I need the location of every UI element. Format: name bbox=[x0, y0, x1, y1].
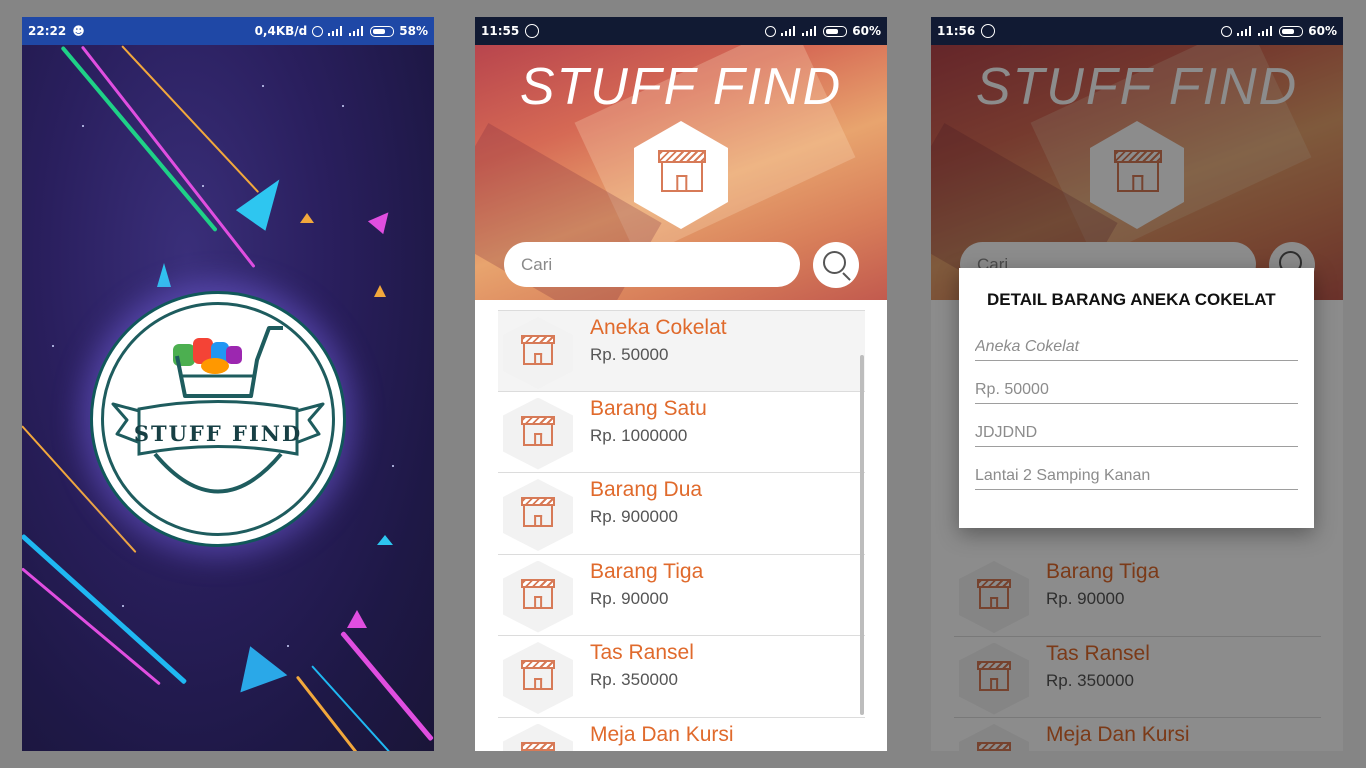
logo-text: STUFF FIND bbox=[133, 421, 303, 446]
item-name: Barang Dua bbox=[590, 478, 703, 501]
status-bar: 22:22 ☻ 0,4KB/d 58% bbox=[22, 17, 434, 45]
list-item[interactable]: Barang Dua Rp. 900000 bbox=[498, 473, 865, 555]
star bbox=[392, 465, 394, 467]
decor-triangle bbox=[312, 123, 344, 149]
price-field[interactable] bbox=[975, 381, 1298, 404]
decor-triangle bbox=[367, 205, 397, 235]
name-field[interactable] bbox=[975, 338, 1298, 361]
description-input[interactable] bbox=[975, 424, 1298, 442]
signal-icon bbox=[781, 26, 797, 36]
status-time: 11:56 bbox=[937, 24, 976, 38]
decor-streak bbox=[340, 630, 434, 742]
search-input[interactable] bbox=[521, 254, 800, 275]
search-field[interactable] bbox=[504, 242, 800, 287]
status-bar: 11:56 60% bbox=[931, 17, 1343, 45]
search-icon-handle bbox=[842, 272, 851, 281]
signal-icon bbox=[1237, 26, 1253, 36]
battery-percent: 60% bbox=[1308, 24, 1337, 38]
item-price: Rp. 350000 bbox=[590, 670, 678, 689]
location-field[interactable] bbox=[975, 467, 1298, 490]
item-name: Barang Satu bbox=[590, 396, 707, 420]
decor-streak bbox=[22, 567, 161, 686]
store-icon bbox=[521, 660, 555, 690]
network-speed: 0,4KB/d bbox=[254, 24, 308, 38]
decor-triangle bbox=[347, 610, 367, 628]
dialog-title: DETAIL BARANG ANEKA COKELAT bbox=[987, 290, 1276, 309]
status-time: 22:22 bbox=[28, 24, 67, 38]
app-logo: STUFF FIND bbox=[90, 291, 346, 547]
list-item[interactable]: Aneka Cokelat Rp. 50000 bbox=[498, 310, 865, 392]
search-icon bbox=[823, 251, 846, 274]
status-bar: 11:55 60% bbox=[475, 17, 887, 45]
decor-streak bbox=[80, 45, 256, 269]
battery-icon bbox=[1279, 25, 1304, 37]
star bbox=[52, 345, 54, 347]
decor-triangle bbox=[377, 535, 393, 545]
decor-triangle bbox=[226, 637, 288, 693]
name-input[interactable] bbox=[975, 338, 1298, 356]
search-button[interactable] bbox=[813, 242, 859, 288]
notification-icon: ☻ bbox=[72, 24, 85, 38]
star bbox=[287, 645, 289, 647]
description-field[interactable] bbox=[975, 424, 1298, 447]
star bbox=[262, 85, 264, 87]
item-name: Meja Dan Kursi bbox=[590, 722, 734, 746]
signal-icon bbox=[328, 26, 344, 36]
list-item[interactable]: Tas Ransel Rp. 350000 bbox=[498, 636, 865, 718]
cart-icon bbox=[111, 326, 325, 494]
item-name: Aneka Cokelat bbox=[590, 316, 727, 339]
star bbox=[342, 105, 344, 107]
item-price: Rp. 900000 bbox=[590, 507, 678, 526]
alarm-icon bbox=[1221, 25, 1233, 37]
star bbox=[202, 185, 204, 187]
battery-percent: 60% bbox=[852, 24, 881, 38]
detail-screen: 11:56 60% STUFF FIND Barang Tiga Rp. 90 bbox=[931, 17, 1343, 751]
store-icon bbox=[521, 335, 555, 365]
decor-streak bbox=[295, 675, 373, 751]
app-title: STUFF FIND bbox=[519, 58, 843, 116]
store-icon bbox=[521, 578, 555, 609]
signal-icon bbox=[1258, 26, 1274, 36]
store-icon bbox=[521, 497, 555, 527]
item-name: Tas Ransel bbox=[590, 641, 694, 664]
item-price: Rp. 90000 bbox=[590, 588, 669, 608]
splash-background: STUFF FIND bbox=[22, 45, 434, 751]
whatsapp-icon bbox=[981, 24, 996, 38]
item-price: Rp. 1000000 bbox=[590, 425, 688, 445]
detail-dialog: DETAIL BARANG ANEKA COKELAT bbox=[959, 268, 1314, 528]
decor-streak bbox=[311, 665, 414, 751]
location-input[interactable] bbox=[975, 467, 1298, 485]
store-icon bbox=[521, 415, 555, 446]
alarm-icon bbox=[312, 25, 324, 37]
price-input[interactable] bbox=[975, 381, 1298, 399]
star bbox=[122, 605, 124, 607]
status-time: 11:55 bbox=[481, 24, 520, 38]
signal-icon bbox=[802, 26, 818, 36]
alarm-icon bbox=[765, 25, 777, 37]
decor-triangle bbox=[300, 213, 314, 223]
list-item[interactable]: Barang Tiga Rp. 90000 bbox=[498, 555, 865, 636]
star bbox=[82, 125, 84, 127]
whatsapp-icon bbox=[525, 24, 540, 38]
decor-streak bbox=[60, 45, 218, 233]
store-icon bbox=[658, 150, 706, 192]
item-name: Barang Tiga bbox=[590, 559, 704, 583]
item-price: Rp. 50000 bbox=[590, 345, 669, 364]
battery-icon bbox=[370, 25, 395, 37]
battery-percent: 58% bbox=[399, 24, 428, 38]
decor-streak bbox=[22, 533, 188, 685]
store-icon bbox=[521, 741, 555, 751]
scrollbar[interactable] bbox=[860, 355, 864, 715]
list-item[interactable]: Barang Satu Rp. 1000000 bbox=[498, 392, 865, 473]
decor-triangle bbox=[157, 263, 171, 287]
signal-icon bbox=[349, 26, 365, 36]
decor-streak bbox=[121, 45, 260, 193]
splash-screen: 22:22 ☻ 0,4KB/d 58% STUFF FIND bbox=[22, 17, 434, 751]
item-list: Aneka Cokelat Rp. 50000 Barang Satu Rp. … bbox=[498, 310, 865, 751]
list-screen: 11:55 60% STUFF FIND Aneka Cokelat Rp. bbox=[475, 17, 887, 751]
list-item[interactable]: Meja Dan Kursi bbox=[498, 718, 865, 751]
battery-icon bbox=[823, 25, 848, 37]
decor-triangle bbox=[374, 285, 386, 297]
